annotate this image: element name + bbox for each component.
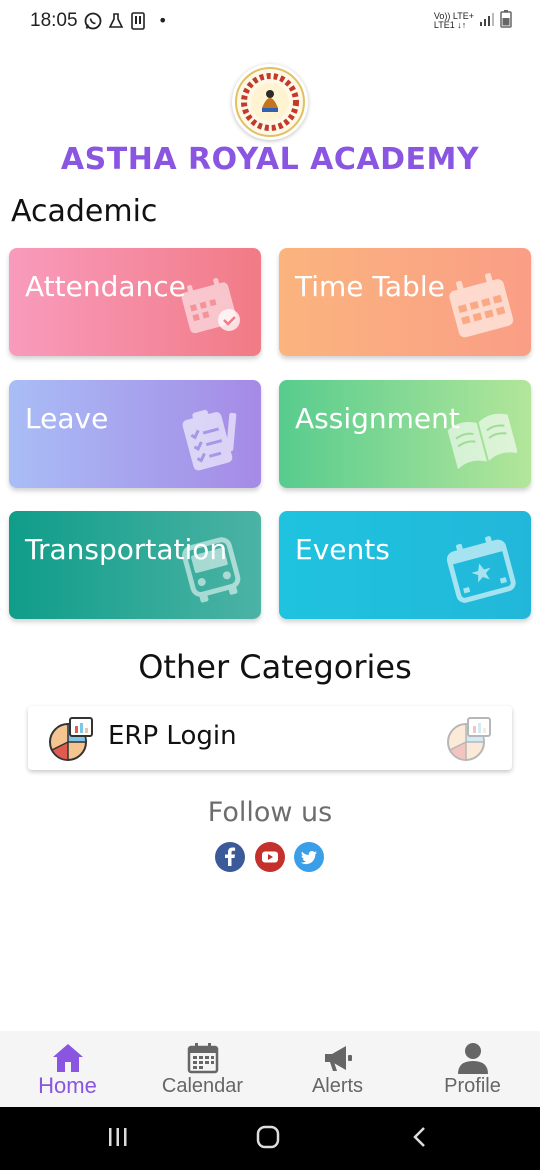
- app-title: ASTHA ROYAL ACADEMY: [60, 142, 480, 177]
- network-indicator: Vo)) LTE+ LTE1 ↓↑: [433, 11, 474, 30]
- clipboard-pencil-icon: [177, 404, 247, 474]
- whatsapp-icon: [84, 12, 102, 30]
- academy-logo: [232, 64, 308, 140]
- megaphone-icon: [321, 1041, 355, 1075]
- bottom-nav: Home Calendar Alerts Profile: [0, 1031, 540, 1107]
- system-nav-bar: [0, 1107, 540, 1170]
- notification-dot: •: [158, 11, 168, 30]
- calendar-grid-icon: [447, 272, 517, 342]
- tile-label: Leave: [25, 402, 109, 435]
- nav-label: Home: [38, 1073, 97, 1098]
- nav-label: Alerts: [311, 1075, 364, 1097]
- tile-label: Assignment: [295, 402, 460, 435]
- home-icon: [51, 1041, 85, 1075]
- facebook-icon[interactable]: [215, 842, 245, 872]
- chart-report-icon: [48, 716, 94, 762]
- nav-profile[interactable]: Profile: [405, 1031, 540, 1107]
- erp-login-label: ERP Login: [108, 721, 237, 751]
- erp-login-card[interactable]: ERP Login: [28, 706, 512, 770]
- section-title-academic: Academic: [11, 194, 158, 229]
- section-title-other: Other Categories: [138, 648, 412, 686]
- nav-home[interactable]: Home: [0, 1031, 135, 1107]
- back-icon[interactable]: [408, 1125, 432, 1153]
- tile-label: Events: [295, 533, 390, 566]
- leave-tile[interactable]: Leave: [9, 380, 261, 488]
- battery-icon: [500, 10, 512, 32]
- tile-label: Transportation: [25, 533, 228, 566]
- calendar-star-icon: [446, 535, 517, 605]
- transportation-tile[interactable]: Transportation: [9, 511, 261, 619]
- tile-label: Attendance: [25, 270, 186, 303]
- storage-icon: [130, 11, 146, 30]
- nav-alerts[interactable]: Alerts: [270, 1031, 405, 1107]
- assignment-tile[interactable]: Assignment: [279, 380, 531, 488]
- nav-label: Calendar: [161, 1075, 244, 1097]
- chart-report-icon-faded: [446, 716, 492, 762]
- cleaner-icon: [108, 12, 124, 30]
- person-icon: [456, 1041, 490, 1075]
- youtube-icon[interactable]: [255, 842, 285, 872]
- status-right: Vo)) LTE+ LTE1 ↓↑: [434, 10, 512, 32]
- calendar-check-icon: [177, 272, 247, 342]
- nav-label: Profile: [444, 1075, 501, 1097]
- status-bar: 18:05 • Vo)) LTE+ LTE1 ↓↑: [0, 0, 540, 44]
- nav-calendar[interactable]: Calendar: [135, 1031, 270, 1107]
- twitter-icon[interactable]: [294, 842, 324, 872]
- events-tile[interactable]: Events: [279, 511, 531, 619]
- signal-icon: [479, 11, 495, 31]
- recent-apps-icon[interactable]: [106, 1125, 130, 1153]
- calendar-icon: [186, 1041, 220, 1075]
- home-button-icon[interactable]: [256, 1125, 280, 1153]
- attendance-tile[interactable]: Attendance: [9, 248, 261, 356]
- time-table-tile[interactable]: Time Table: [279, 248, 531, 356]
- follow-us-title: Follow us: [207, 797, 333, 828]
- status-time: 18:05: [30, 10, 78, 31]
- status-left-icons: •: [84, 11, 167, 30]
- tile-label: Time Table: [295, 270, 445, 303]
